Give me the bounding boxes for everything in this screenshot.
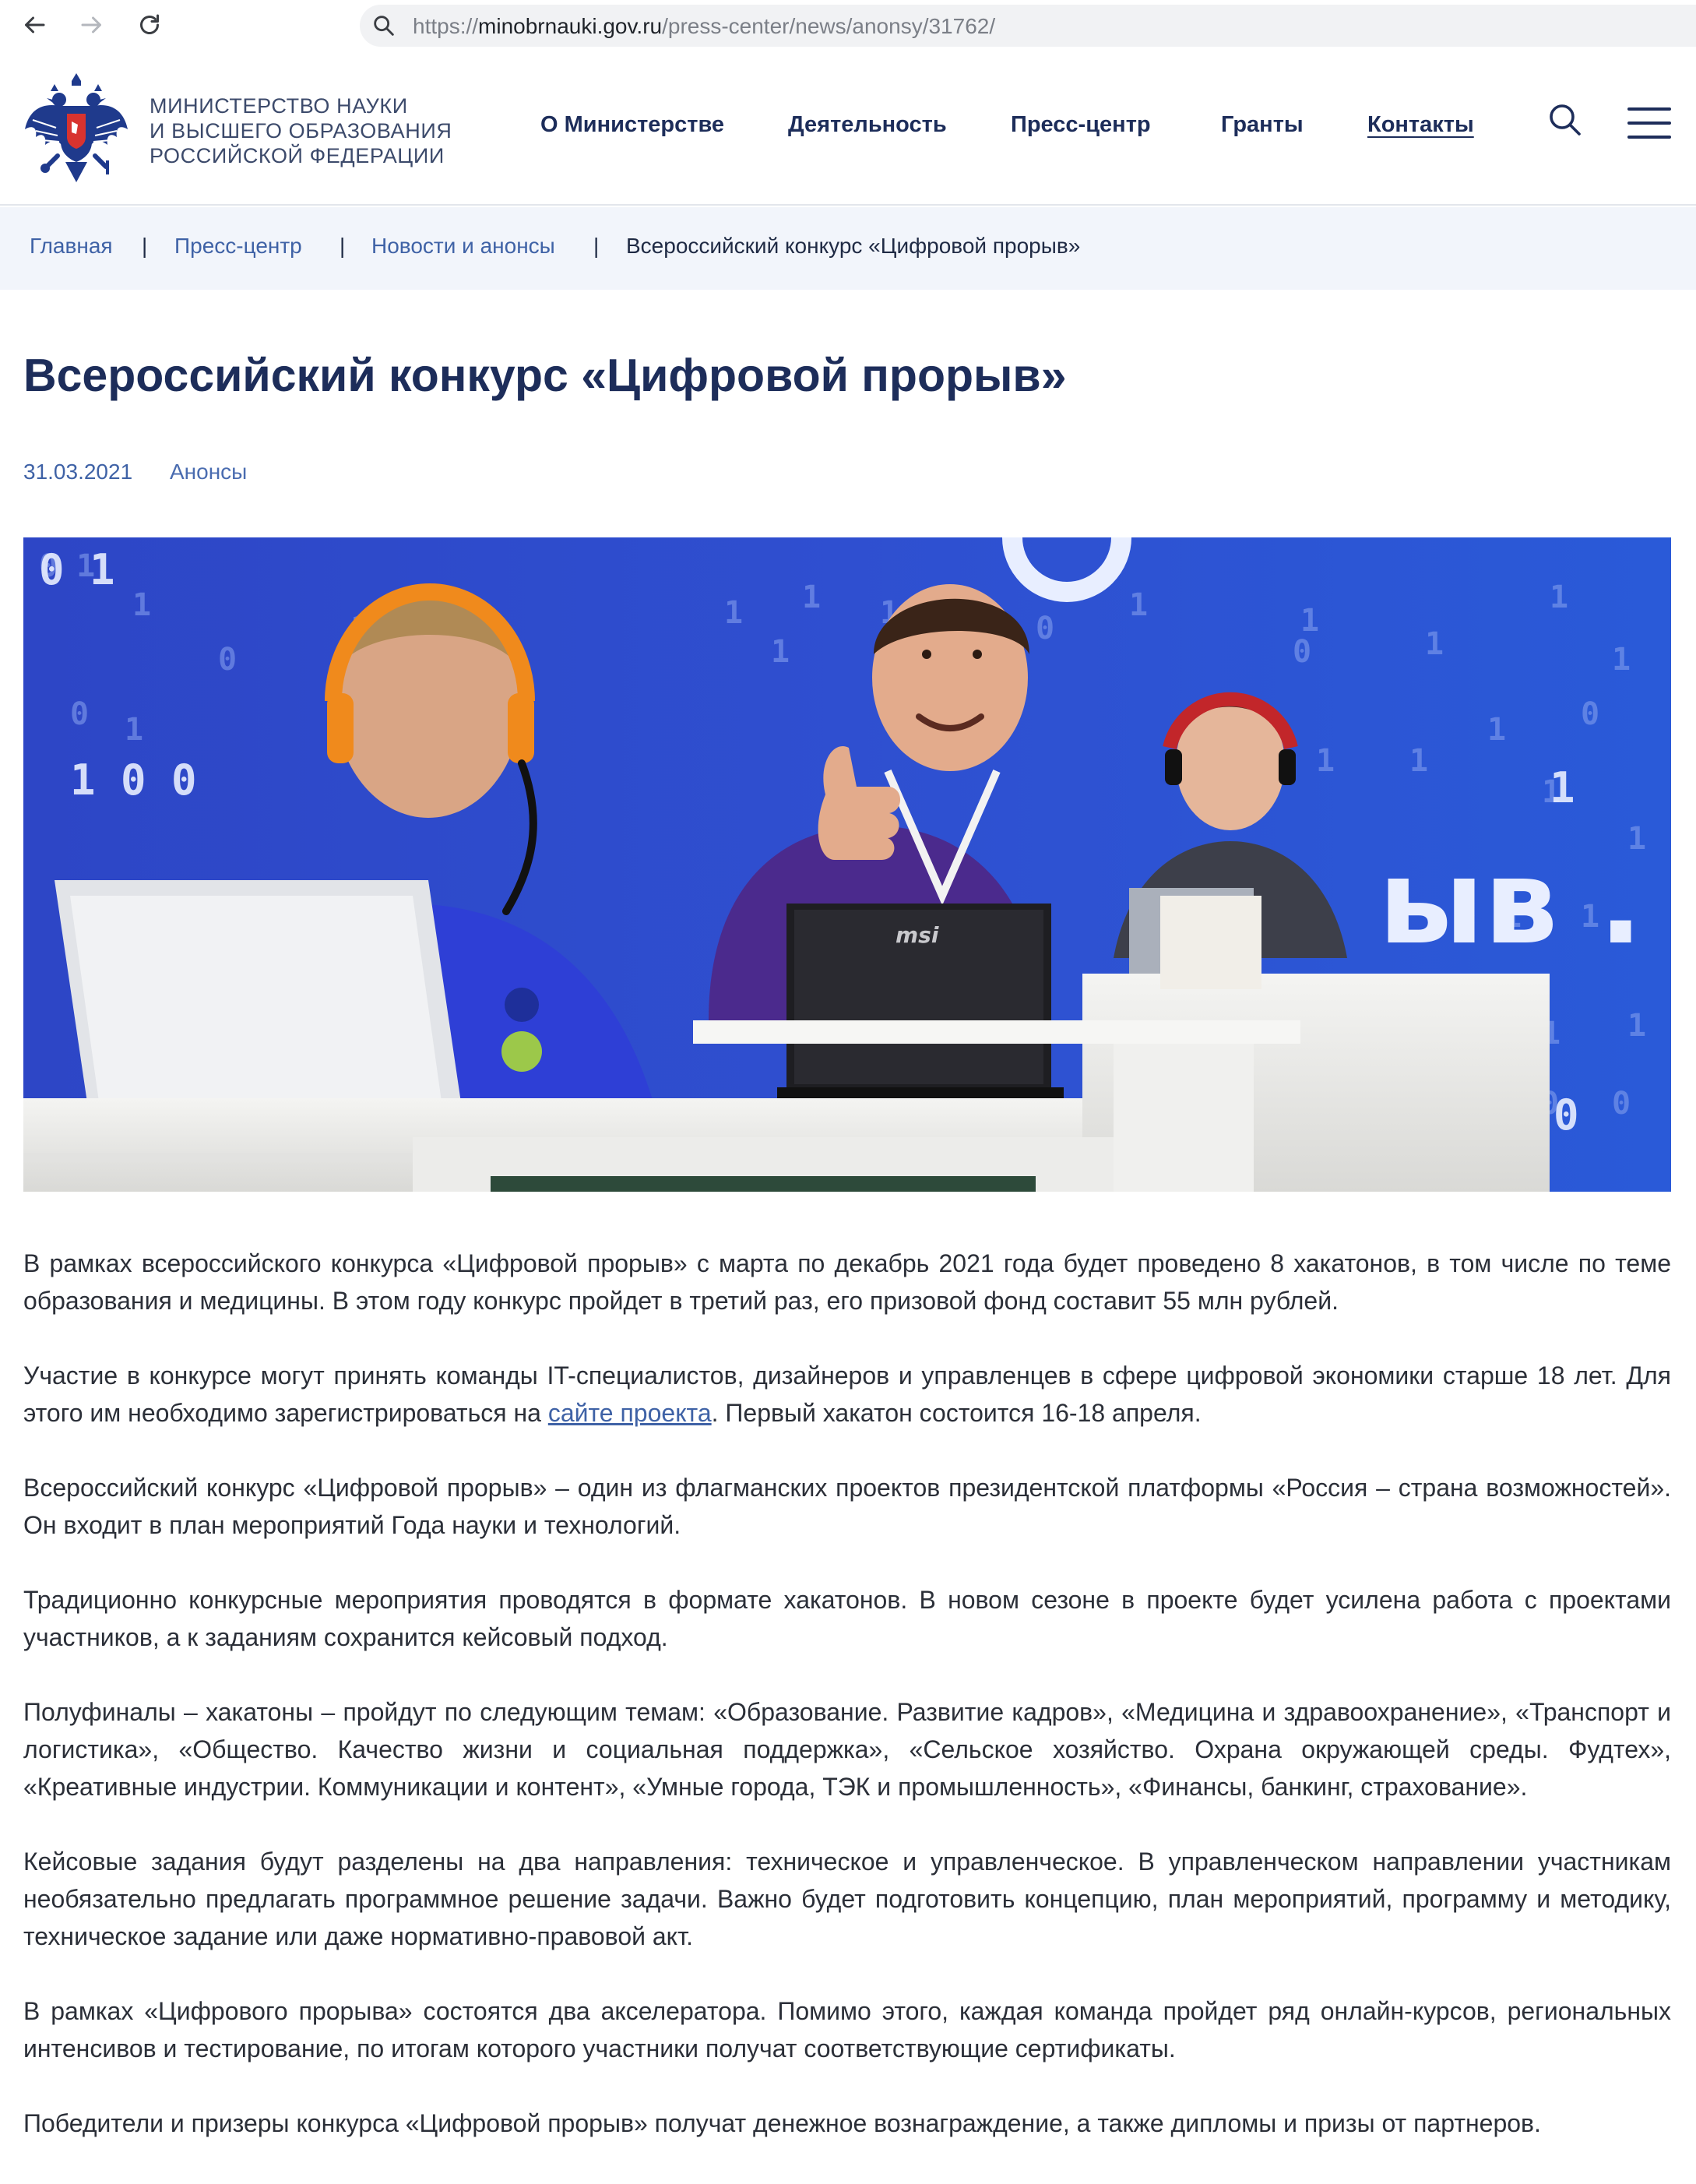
svg-text:0: 0	[1581, 696, 1599, 732]
breadcrumb-separator: |	[593, 234, 600, 258]
svg-text:1: 1	[802, 579, 821, 615]
svg-text:0: 0	[1293, 634, 1311, 670]
search-icon	[374, 16, 394, 36]
svg-text:0: 0	[1612, 1086, 1631, 1122]
url-prefix: https://	[413, 14, 479, 38]
breadcrumb-home[interactable]: Главная	[30, 234, 113, 259]
reload-button[interactable]	[128, 3, 171, 47]
url-host: minobrnauki.gov.ru	[478, 14, 663, 38]
paragraph-text: . Первый хакатон состоится 16-18 апреля.	[711, 1399, 1202, 1427]
hamburger-menu-icon[interactable]	[1627, 107, 1671, 142]
svg-text:1: 1	[1612, 642, 1631, 678]
article-paragraph: Полуфиналы – хакатоны – пройдут по следу…	[23, 1698, 1671, 1801]
breadcrumb-separator: |	[142, 234, 148, 258]
nav-press-center[interactable]: Пресс-центр	[1011, 112, 1151, 138]
project-site-link[interactable]: сайте проекта	[548, 1399, 712, 1427]
site-header: Министерство науки и высшего образования…	[0, 50, 1696, 206]
svg-text:1: 1	[1129, 587, 1148, 623]
article-paragraph: В рамках «Цифрового прорыва» состоятся д…	[23, 1997, 1671, 2062]
svg-text:0: 0	[1036, 611, 1054, 646]
address-bar[interactable]: https://minobrnauki.gov.ru/press-center/…	[360, 5, 1696, 47]
breadcrumb-news[interactable]: Новости и анонсы	[371, 234, 555, 259]
article-paragraph: Традиционно конкурсные мероприятия прово…	[23, 1586, 1671, 1651]
laptop-brand-logo: msi	[896, 922, 939, 948]
back-button[interactable]	[12, 3, 56, 47]
article-paragraph: Победители и призеры конкурса «Цифровой …	[23, 2109, 1541, 2137]
svg-text:1: 1	[132, 587, 151, 623]
svg-text:1: 1	[1316, 743, 1335, 779]
breadcrumb: Главная | Пресс-центр | Новости и анонсы…	[0, 207, 1696, 290]
hero-image: 0 1 101 111 011 111 101 011 101 111 1 00…	[23, 537, 1671, 1192]
forward-arrow-icon	[81, 16, 101, 33]
nav-contacts[interactable]: Контакты	[1367, 112, 1474, 138]
nav-about-ministry[interactable]: О Министерстве	[540, 112, 724, 138]
svg-text:1: 1	[1409, 743, 1428, 779]
svg-text:1 0 0: 1 0 0	[70, 756, 197, 805]
svg-text:1: 1	[1627, 1008, 1646, 1044]
browser-toolbar: https://minobrnauki.gov.ru/press-center/…	[0, 0, 1696, 50]
svg-text:1: 1	[125, 712, 143, 748]
article-body: В рамках всероссийского конкурса «Цифров…	[23, 1245, 1671, 2179]
search-icon[interactable]	[1546, 101, 1584, 139]
forward-button[interactable]	[70, 3, 114, 47]
article-paragraph: Всероссийский конкурс «Цифровой прорыв» …	[23, 1474, 1671, 1539]
reload-icon	[140, 14, 159, 34]
page-title: Всероссийский конкурс «Цифровой прорыв»	[23, 350, 1067, 401]
svg-text:1: 1	[771, 634, 790, 670]
url-path: /press-center/news/anonsy/31762/	[662, 14, 996, 38]
svg-text:0: 0	[218, 642, 237, 678]
svg-text:1: 1	[1550, 579, 1568, 615]
article-date: 31.03.2021	[23, 460, 133, 484]
article-category-tag[interactable]: Анонсы	[170, 460, 247, 484]
svg-text:0 1: 0 1	[39, 545, 115, 594]
svg-text:0: 0	[70, 696, 89, 732]
svg-text:1: 1	[1487, 712, 1506, 748]
svg-text:1: 1	[1425, 626, 1444, 662]
breadcrumb-press-center[interactable]: Пресс-центр	[174, 234, 302, 259]
svg-text:1: 1	[724, 595, 743, 631]
hero-wall-text: ыв . р	[1378, 835, 1671, 970]
article-paragraph: Кейсовые задания будут разделены на два …	[23, 1848, 1671, 1950]
article-paragraph: В рамках всероссийского конкурса «Цифров…	[23, 1249, 1671, 1315]
url-text[interactable]: https://minobrnauki.gov.ru/press-center/…	[413, 14, 995, 39]
nav-grants[interactable]: Гранты	[1221, 112, 1304, 138]
svg-text:1: 1	[1550, 763, 1575, 812]
main-navigation: О Министерстве Деятельность Пресс-центр …	[0, 50, 1696, 206]
back-arrow-icon	[25, 16, 45, 33]
breadcrumb-separator: |	[340, 234, 346, 258]
nav-activity[interactable]: Деятельность	[788, 112, 947, 138]
article-paragraph: Участие в конкурсе могут принять команды…	[23, 1357, 1671, 1432]
breadcrumb-current: Всероссийский конкурс «Цифровой прорыв»	[626, 234, 1081, 258]
